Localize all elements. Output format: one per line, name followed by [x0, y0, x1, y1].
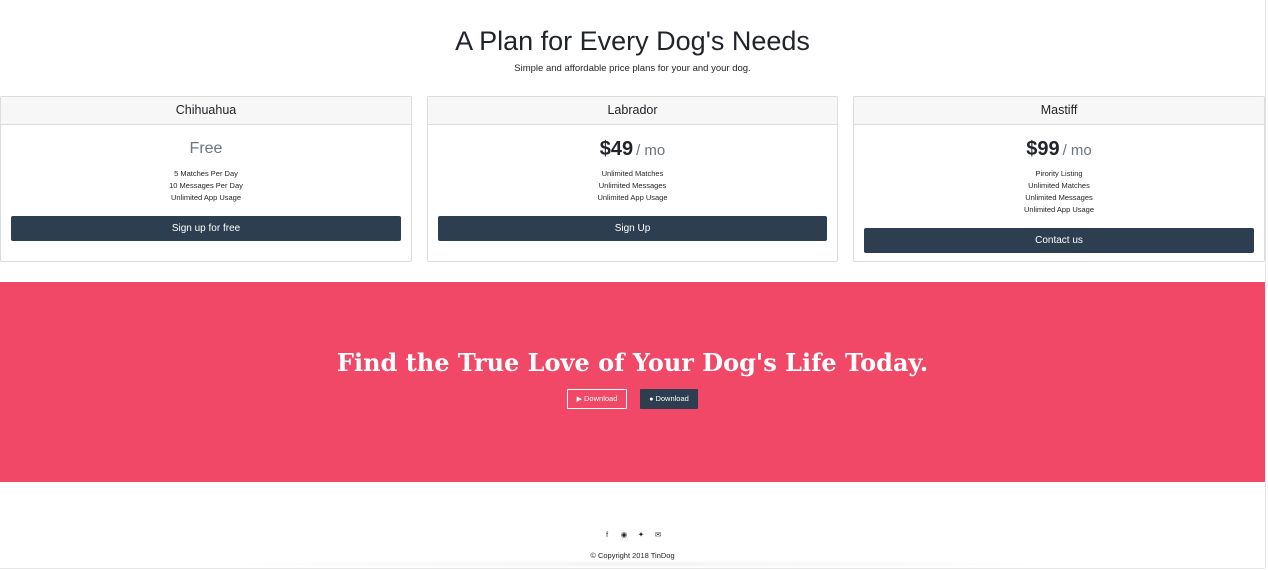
feature-item: Unlimited Messages	[1025, 193, 1093, 202]
feature-list: Unlimited Matches Unlimited Messages Unl…	[438, 168, 827, 204]
feature-item: Unlimited App Usage	[597, 193, 668, 202]
google-play-download-button[interactable]: ▶ Download	[567, 389, 627, 409]
cta-section: Find the True Love of Your Dog's Life To…	[0, 282, 1265, 482]
price-amount: $99	[1026, 138, 1060, 160]
sign-up-free-button[interactable]: Sign up for free	[11, 216, 401, 241]
contact-us-button[interactable]: Contact us	[864, 228, 1254, 253]
feature-item: Unlimited App Usage	[1023, 205, 1095, 214]
feature-list: Pirority Listing Unlimited Matches Unlim…	[864, 168, 1254, 216]
plan-price: $99/ mo	[864, 136, 1254, 162]
card-header: Mastiff	[854, 97, 1264, 125]
price-amount: $49	[599, 138, 634, 160]
feature-item: Unlimited Matches	[601, 169, 664, 178]
page-edge	[1265, 0, 1266, 568]
social-links: f ◉ ✦ ✉	[0, 530, 1265, 540]
card-body: $99/ mo Pirority Listing Unlimited Match…	[854, 125, 1264, 253]
footer-shadow	[200, 560, 1070, 568]
facebook-icon[interactable]: f	[599, 530, 616, 540]
pricing-card-mastiff: Mastiff $99/ mo Pirority Listing Unlimit…	[853, 96, 1265, 262]
pricing-card-labrador: Labrador $49/ mo Unlimited Matches Unlim…	[427, 96, 838, 262]
card-body: $49/ mo Unlimited Matches Unlimited Mess…	[428, 125, 837, 241]
pricing-header: A Plan for Every Dog's Needs Simple and …	[0, 24, 1265, 75]
download-label: Download	[655, 394, 689, 403]
twitter-icon[interactable]: ✦	[633, 530, 650, 540]
feature-item: 5 Matches Per Day	[174, 169, 238, 178]
feature-item: Unlimited Matches	[1028, 181, 1090, 190]
instagram-icon[interactable]: ◉	[616, 530, 633, 540]
card-header: Chihuahua	[1, 97, 411, 125]
app-store-download-button[interactable]: ● Download	[640, 389, 698, 409]
pricing-title: A Plan for Every Dog's Needs	[455, 26, 810, 56]
card-body: Free 5 Matches Per Day 10 Messages Per D…	[1, 125, 411, 241]
card-header: Labrador	[428, 97, 837, 125]
cta-title: Find the True Love of Your Dog's Life To…	[336, 348, 929, 377]
feature-item: 10 Messages Per Day	[169, 181, 243, 190]
feature-item: Unlimited App Usage	[170, 193, 242, 202]
envelope-icon[interactable]: ✉	[650, 530, 667, 540]
feature-item: Pirority Listing	[1035, 169, 1083, 178]
feature-item: Unlimited Messages	[598, 181, 667, 190]
feature-list: 5 Matches Per Day 10 Messages Per Day Un…	[11, 168, 401, 204]
footer: f ◉ ✦ ✉ © Copyright 2018 TinDog	[0, 482, 1265, 568]
price-period: / mo	[636, 142, 666, 159]
pricing-card-chihuahua: Chihuahua Free 5 Matches Per Day 10 Mess…	[0, 96, 412, 262]
apple-icon: ●	[649, 396, 654, 403]
price-amount: Free	[189, 140, 223, 157]
download-buttons: ▶ Download ● Download	[0, 389, 1265, 409]
pricing-subtitle: Simple and affordable price plans for yo…	[514, 63, 751, 74]
price-period: / mo	[1062, 142, 1092, 159]
download-label: Download	[584, 394, 618, 403]
plan-price: $49/ mo	[438, 136, 827, 162]
plan-price: Free	[11, 136, 401, 162]
google-play-icon: ▶	[576, 396, 583, 403]
sign-up-button[interactable]: Sign Up	[438, 216, 827, 241]
bottom-divider	[0, 568, 1265, 569]
